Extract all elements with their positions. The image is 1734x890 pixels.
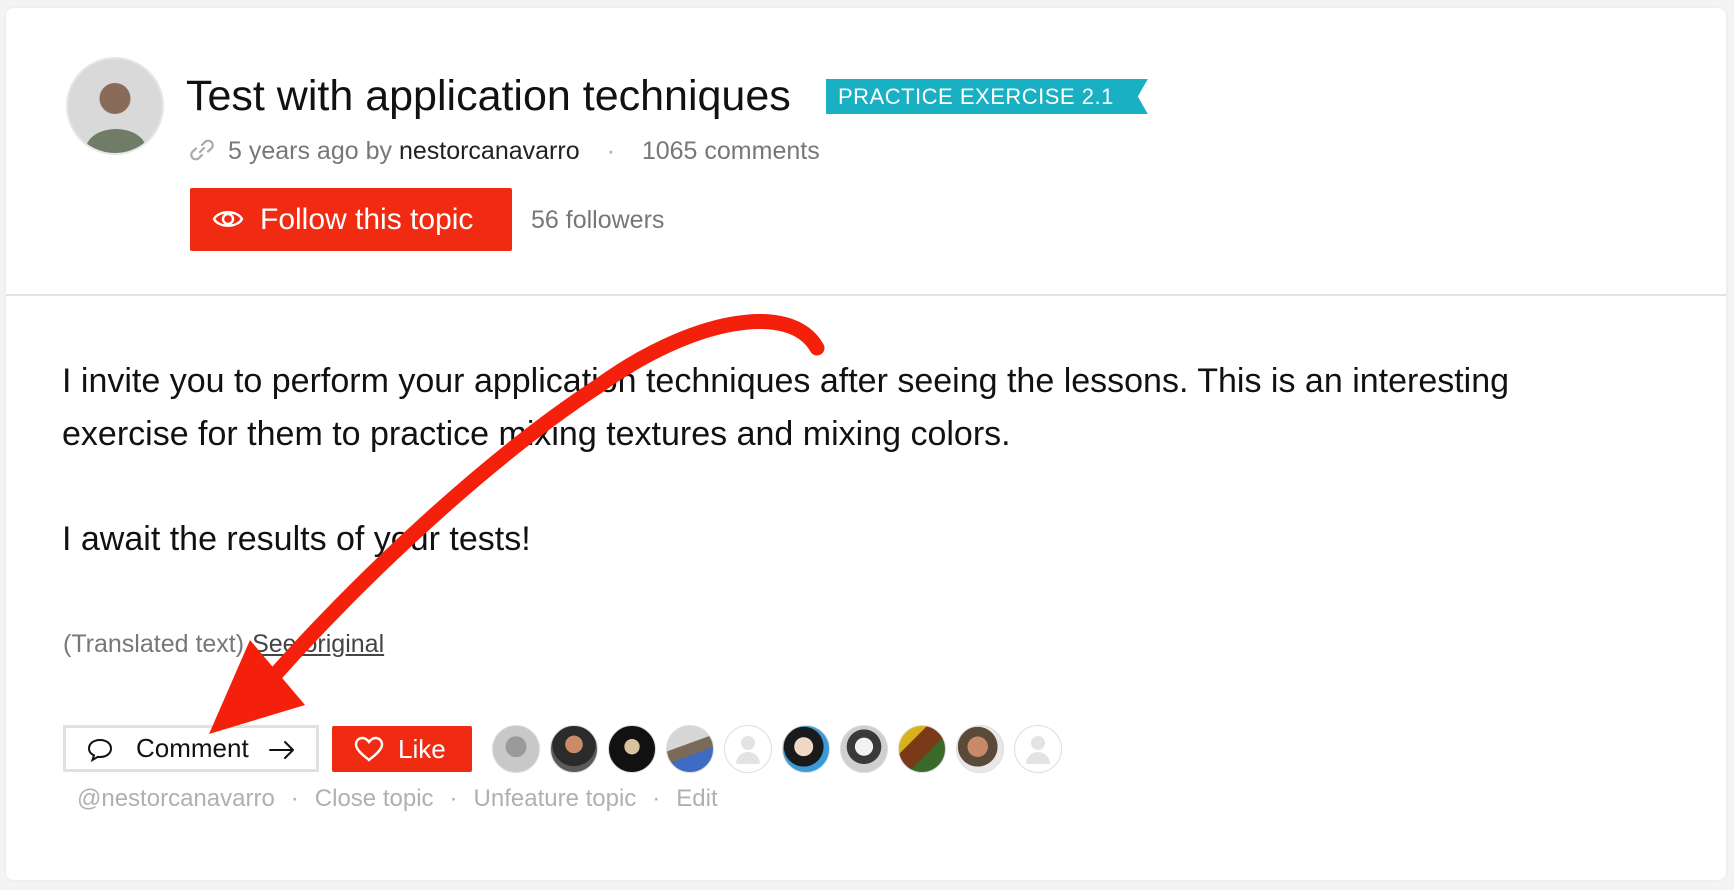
actions-separator: · (652, 785, 661, 812)
liker-avatar[interactable] (492, 725, 540, 773)
body-paragraph: I await the results of your tests! (62, 520, 531, 558)
liker-avatar[interactable] (550, 725, 598, 773)
liker-avatar[interactable] (898, 725, 946, 773)
liker-placeholder-avatar[interactable] (1014, 725, 1062, 773)
author-link[interactable]: nestorcanavarro (399, 137, 580, 165)
topic-title: Test with application techniques (186, 72, 791, 120)
comment-bubble-icon (87, 738, 113, 763)
like-label: Like (398, 734, 446, 764)
comment-button[interactable]: Comment (63, 725, 319, 772)
topic-body: I invite you to perform your application… (62, 355, 1622, 618)
follow-label: Follow this topic (260, 203, 474, 236)
edit-topic-link[interactable]: Edit (676, 785, 717, 812)
liker-avatar[interactable] (608, 725, 656, 773)
heart-icon (354, 736, 384, 762)
liker-avatar[interactable] (666, 725, 714, 773)
liker-placeholder-avatar[interactable] (724, 725, 772, 773)
like-button[interactable]: Like (332, 726, 472, 772)
eye-icon (212, 211, 244, 227)
topic-age: 5 years ago by (228, 137, 392, 165)
actions-separator: · (449, 785, 458, 812)
comment-count[interactable]: 1065 comments (642, 137, 820, 165)
link-icon[interactable] (188, 136, 216, 172)
arrow-right-icon (269, 741, 294, 759)
author-avatar[interactable] (66, 57, 164, 155)
meta-separator: · (606, 137, 615, 165)
translation-note: (Translated text) See original (63, 630, 384, 659)
close-topic-link[interactable]: Close topic (315, 785, 434, 812)
unfeature-topic-link[interactable]: Unfeature topic (474, 785, 637, 812)
topic-header: Test with application techniques PRACTIC… (6, 8, 1726, 296)
liker-avatar[interactable] (840, 725, 888, 773)
body-paragraph: I invite you to perform your application… (62, 362, 1510, 453)
liker-avatar[interactable] (956, 725, 1004, 773)
followers-count[interactable]: 56 followers (531, 206, 664, 235)
follow-topic-button[interactable]: Follow this topic (190, 188, 512, 251)
topic-actions: @nestorcanavarro · Close topic · Unfeature t… (77, 785, 718, 813)
topic-meta: 5 years ago by nestorcanavarro · 1065 co… (188, 135, 820, 172)
author-mention-link[interactable]: @nestorcanavarro (77, 785, 275, 812)
liker-avatar[interactable] (782, 725, 830, 773)
translated-label: (Translated text) (63, 630, 245, 658)
actions-separator: · (290, 785, 299, 812)
comment-label: Comment (136, 733, 249, 763)
see-original-link[interactable]: See original (252, 630, 384, 658)
topic-tag[interactable]: PRACTICE EXERCISE 2.1 (826, 79, 1148, 114)
